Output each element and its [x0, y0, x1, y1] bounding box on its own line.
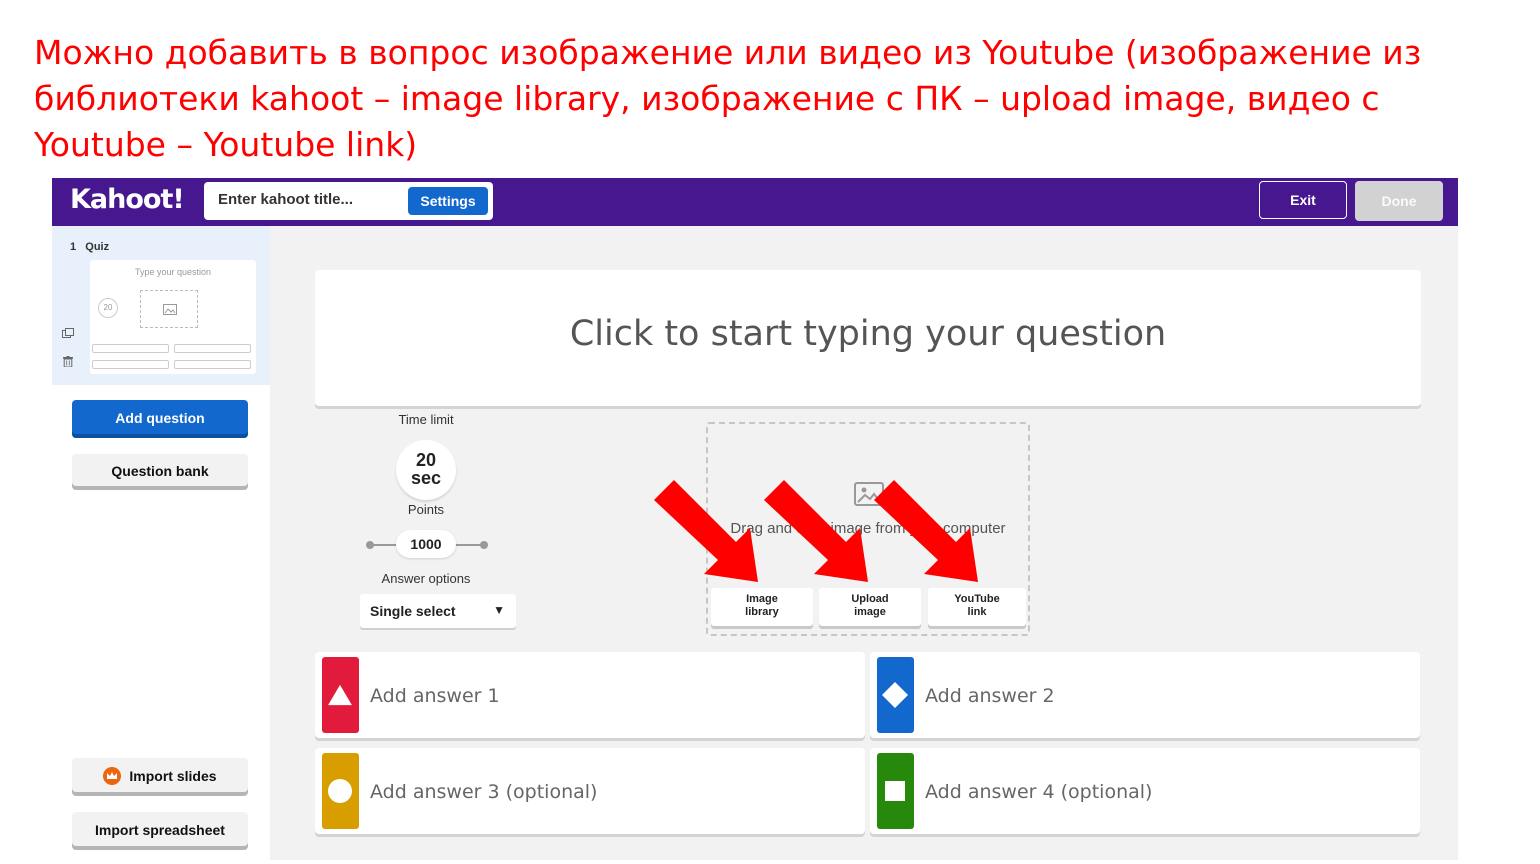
upload-image-label-line1: Upload: [851, 593, 889, 605]
thumbnail-answer: [92, 344, 169, 353]
image-library-label-line1: Image: [746, 593, 778, 605]
question-field[interactable]: Click to start typing your question: [315, 270, 1421, 406]
answer-placeholder: Add answer 2: [925, 685, 1055, 707]
answer-field-3[interactable]: Add answer 3 (optional): [315, 748, 865, 834]
answer-field-2[interactable]: Add answer 2: [870, 652, 1420, 738]
image-library-label-line2: library: [745, 606, 779, 618]
image-icon: [163, 304, 177, 315]
sidebar: 1 Quiz Type your question 20 Add questio…: [52, 226, 270, 860]
answer-color-block: [877, 657, 914, 733]
answer-placeholder: Add answer 1: [370, 685, 500, 707]
time-limit-value: 20: [415, 450, 437, 470]
kahoot-logo: Kahoot!: [70, 184, 185, 215]
upload-image-label-line2: image: [854, 606, 886, 618]
circle-icon: [328, 779, 352, 803]
youtube-link-label-line1: YouTube: [954, 593, 1000, 605]
points-label: Points: [407, 502, 445, 517]
time-limit-label: Time limit: [398, 412, 454, 427]
image-library-button[interactable]: Image library: [711, 588, 813, 626]
duplicate-icon[interactable]: [62, 328, 74, 338]
answer-field-1[interactable]: Add answer 1: [315, 652, 865, 738]
time-limit-unit: sec: [410, 468, 442, 488]
slider-min-dot: [366, 541, 374, 549]
thumbnail-answer: [174, 360, 251, 369]
youtube-link-button[interactable]: YouTube link: [928, 588, 1026, 626]
slider-max-dot: [480, 541, 488, 549]
answer-options-label: Answer options: [381, 571, 471, 586]
annotation-arrow-icon: [764, 480, 868, 582]
answer-field-4[interactable]: Add answer 4 (optional): [870, 748, 1420, 834]
title-field: Settings: [204, 182, 493, 220]
import-slides-label: Import slides: [129, 768, 217, 784]
answer-options-select[interactable]: Single select ▼: [360, 594, 516, 628]
points-slider[interactable]: 1000: [366, 530, 488, 560]
thumbnail-media-placeholder: [140, 290, 198, 328]
answer-placeholder: Add answer 4 (optional): [925, 781, 1153, 803]
slide-list: 1 Quiz Type your question 20: [52, 226, 270, 385]
answer-placeholder: Add answer 3 (optional): [370, 781, 598, 803]
settings-button[interactable]: Settings: [408, 187, 488, 215]
kahoot-editor: Kahoot! Settings Exit Done 1 Quiz Type y: [52, 178, 1458, 860]
exit-button[interactable]: Exit: [1259, 181, 1347, 219]
diamond-icon: [882, 682, 908, 708]
triangle-icon: [328, 684, 352, 706]
import-spreadsheet-button[interactable]: Import spreadsheet: [72, 812, 248, 850]
answer-options-value: Single select: [370, 603, 456, 619]
trash-icon[interactable]: [63, 356, 73, 367]
done-button[interactable]: Done: [1355, 181, 1443, 221]
instruction-caption: Можно добавить в вопрос изображение или …: [34, 33, 1422, 164]
top-bar: Kahoot! Settings Exit Done: [52, 178, 1458, 226]
thumbnail-question: Type your question: [134, 267, 212, 277]
points-value[interactable]: 1000: [396, 530, 456, 558]
thumbnail-answer: [92, 360, 169, 369]
time-limit-selector[interactable]: 20 sec: [396, 440, 456, 500]
upload-image-button[interactable]: Upload image: [819, 588, 921, 626]
question-placeholder: Click to start typing your question: [569, 314, 1167, 354]
kahoot-title-input[interactable]: [218, 191, 404, 208]
question-bank-button[interactable]: Question bank: [72, 454, 248, 490]
thumbnail-answer: [174, 344, 251, 353]
square-icon: [885, 781, 905, 801]
annotation-arrow-icon: [654, 480, 758, 582]
slide-label: 1 Quiz: [70, 241, 110, 253]
import-slides-button[interactable]: Import slides: [72, 758, 248, 796]
youtube-link-label-line2: link: [967, 606, 987, 618]
dropdown-arrow-icon: ▼: [493, 603, 505, 617]
slide-thumbnail[interactable]: Type your question 20: [90, 260, 256, 374]
add-question-button[interactable]: Add question: [72, 400, 248, 438]
crown-icon: [103, 767, 122, 785]
thumbnail-timer: 20: [98, 298, 118, 318]
answer-color-block: [322, 753, 359, 829]
annotation-arrow-icon: [874, 480, 978, 582]
answer-color-block: [322, 657, 359, 733]
answer-color-block: [877, 753, 914, 829]
